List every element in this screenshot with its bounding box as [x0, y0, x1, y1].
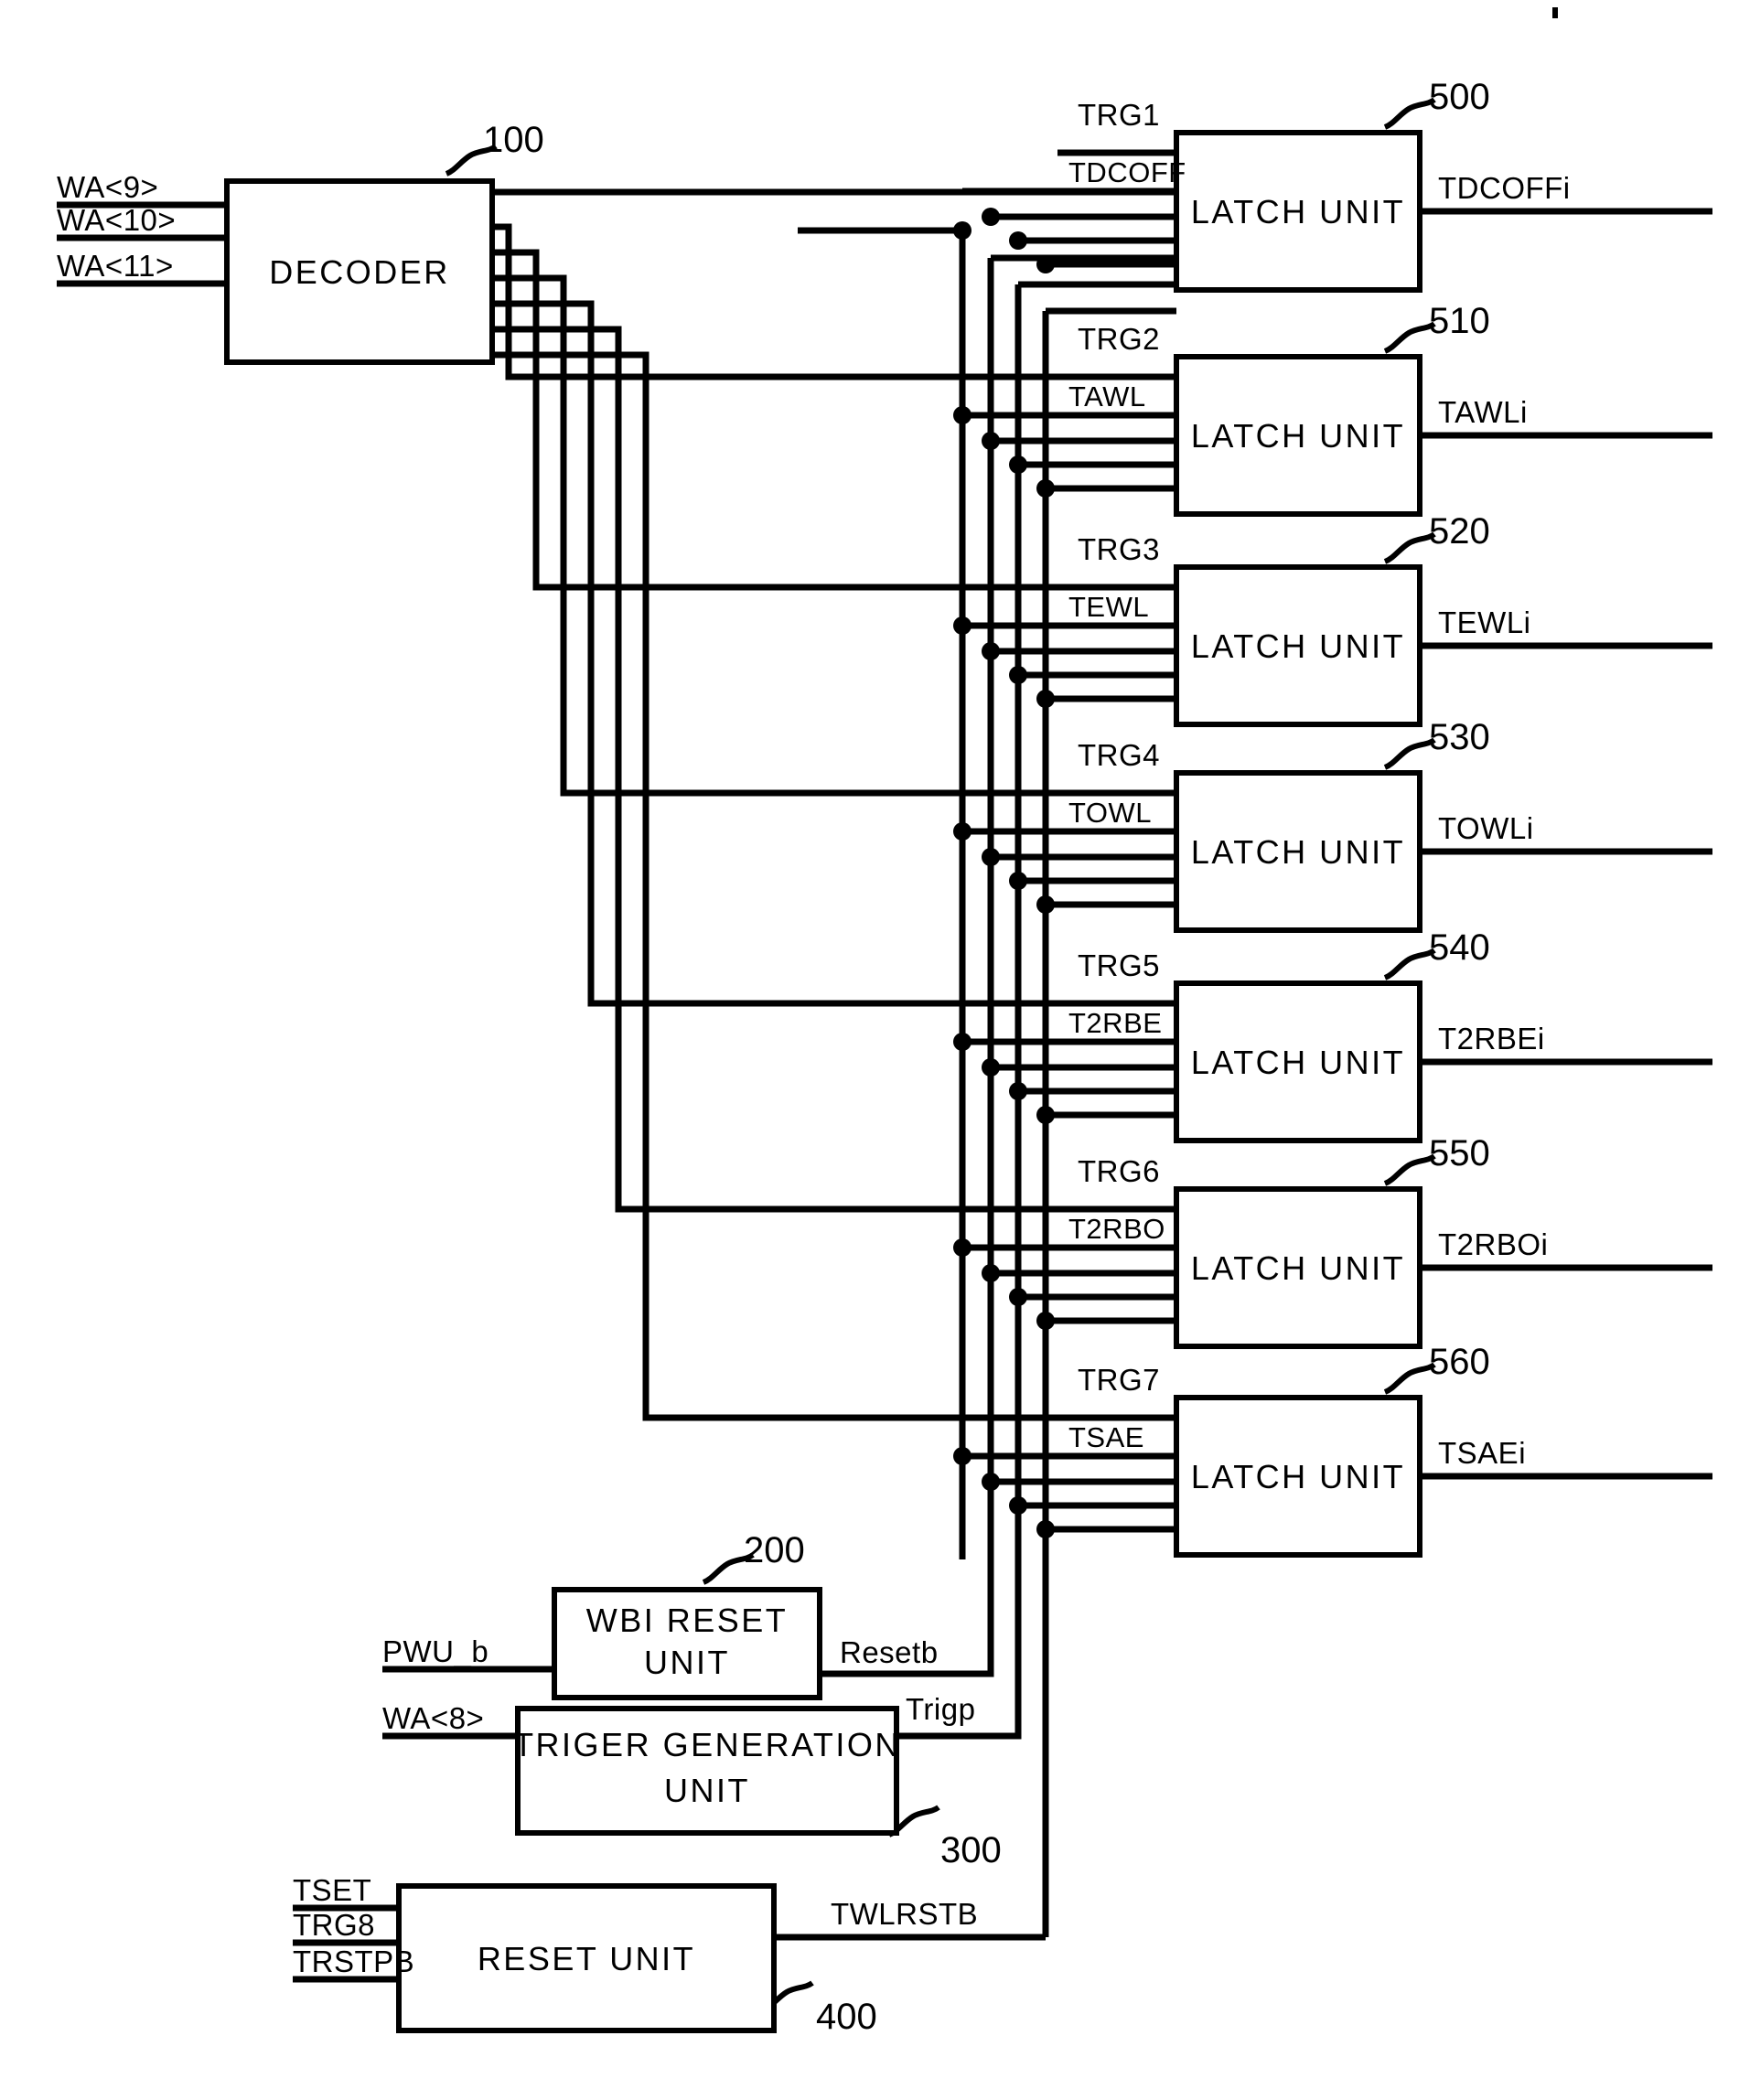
bus-tap-dot-1-2 [1009, 455, 1027, 474]
latch-unit-ref-leader-1 [1383, 321, 1436, 354]
bus-tap-dot-5-3 [1036, 1312, 1055, 1330]
latch-signal-label-2: TEWL [1068, 591, 1149, 623]
bus-tap-dot-3-0 [953, 822, 971, 841]
reset-unit-input-label-1: TRG8 [293, 1908, 375, 1942]
latch-trg-label-1: TRG2 [1078, 322, 1160, 356]
latch-unit-ref-leader-4 [1383, 948, 1436, 980]
latch-unit-ref-number-4: 540 [1429, 927, 1490, 968]
bus-tap-dot-5-1 [982, 1264, 1000, 1282]
latch-unit-ref-number-1: 510 [1429, 301, 1490, 341]
latch-unit-ref-number-2: 520 [1429, 511, 1490, 552]
decoder-input-label-0: WA<9> [57, 170, 158, 204]
reset-unit-ref-number: 400 [816, 1997, 877, 2037]
latch-trg-label-0: TRG1 [1078, 98, 1160, 132]
trigp-output-label: Trigp [906, 1692, 975, 1726]
latch-trg-label-6: TRG7 [1078, 1363, 1160, 1397]
latch-unit-ref-leader-5 [1383, 1153, 1436, 1186]
latch-signal-label-5: T2RBO [1068, 1213, 1165, 1245]
latch-signal-label-1: TAWL [1068, 380, 1146, 412]
trigger-generation-ref-number: 300 [940, 1830, 1002, 1870]
latch-unit-label-6: LATCH UNIT [1191, 1458, 1405, 1495]
latch-trg-label-2: TRG3 [1078, 532, 1160, 566]
bus-tap-dot-0-1 [982, 208, 1000, 226]
decoder-input-label-1: WA<10> [57, 203, 176, 237]
bus-tap-dot-3-3 [1036, 895, 1055, 914]
wbi-reset-label-line2: UNIT [644, 1644, 730, 1681]
latch-trg-label-5: TRG6 [1078, 1154, 1160, 1188]
decoder-label: DECODER [269, 253, 450, 291]
latch-output-label-5: T2RBOi [1438, 1227, 1548, 1261]
latch-unit-ref-leader-6 [1383, 1362, 1436, 1395]
bus-tap-dot-0-2 [1009, 231, 1027, 250]
latch-output-label-6: TSAEi [1438, 1436, 1526, 1470]
bus-tap-dot-4-1 [982, 1058, 1000, 1077]
bus-tap-dot-0-3 [1036, 255, 1055, 273]
bus-tap-dot-6-1 [982, 1473, 1000, 1491]
latch-output-label-3: TOWLi [1438, 811, 1534, 845]
latch-trg-label-3: TRG4 [1078, 738, 1160, 772]
pwu-b-input-label: PWU_b [382, 1634, 488, 1668]
circuit-diagram: DECODER 100 WA<9>WA<10> WA<11> LATCH UNIT 500… [57, 7, 1712, 2037]
bus-tap-dot-1-0 [953, 406, 971, 424]
bus-tap-dot-2-0 [953, 616, 971, 635]
latch-unit-label-5: LATCH UNIT [1191, 1249, 1405, 1287]
bus-tap-dot-2-2 [1009, 666, 1027, 684]
latch-unit-ref-leader-0 [1383, 97, 1436, 130]
decoder-ref-number: 100 [483, 120, 544, 160]
reset-unit-input-label-0: TSET [293, 1873, 371, 1907]
latch-signal-label-3: TOWL [1068, 797, 1152, 829]
reset-unit-label: RESET UNIT [478, 1940, 695, 1977]
bus-tap-dot-5-0 [953, 1238, 971, 1257]
latch-output-label-1: TAWLi [1438, 395, 1528, 429]
wbi-reset-label-line1: WBI RESET [586, 1602, 789, 1639]
latch-output-label-2: TEWLi [1438, 605, 1531, 639]
latch-output-label-0: TDCOFFi [1438, 171, 1571, 205]
scan-artifact-mark [1552, 7, 1558, 18]
bus-tap-dot-1-3 [1036, 479, 1055, 498]
bus-tap-dot-6-2 [1009, 1496, 1027, 1515]
latch-signal-label-6: TSAE [1068, 1421, 1144, 1453]
latch-trg-label-4: TRG5 [1078, 948, 1160, 982]
bus-tap-dot-6-3 [1036, 1520, 1055, 1538]
latch-signal-label-0: TDCOFF [1068, 156, 1186, 188]
latch-output-label-4: T2RBEi [1438, 1022, 1545, 1055]
decoder-out-wire-5 [492, 326, 1176, 1213]
bus-tap-dot-6-0 [953, 1447, 971, 1465]
latch-unit-label-3: LATCH UNIT [1191, 833, 1405, 871]
decoder-out-wire-6 [492, 351, 1176, 1421]
bus-tap-dot-2-1 [982, 642, 1000, 660]
latch-unit-label-1: LATCH UNIT [1191, 417, 1405, 455]
trigger-generation-label-line2: UNIT [664, 1772, 750, 1809]
latch-unit-ref-leader-2 [1383, 531, 1436, 564]
bus-tap-dot-2-3 [1036, 690, 1055, 708]
bus-tap-dot-4-0 [953, 1033, 971, 1051]
bus-tap-dot-5-2 [1009, 1288, 1027, 1306]
latch-unit-label-0: LATCH UNIT [1191, 193, 1405, 230]
bus-tap-dot-3-1 [982, 848, 1000, 866]
decoder-input-label-2: WA<11> [57, 249, 174, 283]
latch-unit-ref-number-5: 550 [1429, 1133, 1490, 1173]
bus-tap-dot-4-3 [1036, 1106, 1055, 1124]
bus-tap-dot-3-2 [1009, 872, 1027, 890]
latch-unit-ref-number-6: 560 [1429, 1342, 1490, 1382]
latch-unit-label-4: LATCH UNIT [1191, 1044, 1405, 1081]
latch-unit-ref-number-0: 500 [1429, 77, 1490, 117]
trigger-generation-label-line1: TRIGER GENERATION [513, 1726, 901, 1763]
decoder-out-wire-2 [492, 249, 1176, 591]
resetb-output-label: Resetb [840, 1635, 939, 1669]
latch-unit-ref-leader-3 [1383, 737, 1436, 770]
figure-canvas: DECODER 100 WA<9> WA<10> WA<11> LATCH UNIT 500… [0, 0, 1739, 2100]
bus-tap-dot-1-1 [982, 432, 1000, 450]
latch-unit-ref-number-3: 530 [1429, 717, 1490, 757]
twlrstb-output-label: TWLRSTB [831, 1897, 978, 1931]
bus-tap-dot-4-2 [1009, 1082, 1027, 1100]
reset-unit-input-label-2: TRSTPB [293, 1945, 414, 1978]
wbi-reset-ref-number: 200 [744, 1530, 805, 1570]
wa8-input-label: WA<8> [382, 1701, 484, 1735]
latch-signal-label-4: T2RBE [1068, 1007, 1162, 1039]
latch-unit-label-2: LATCH UNIT [1191, 627, 1405, 665]
